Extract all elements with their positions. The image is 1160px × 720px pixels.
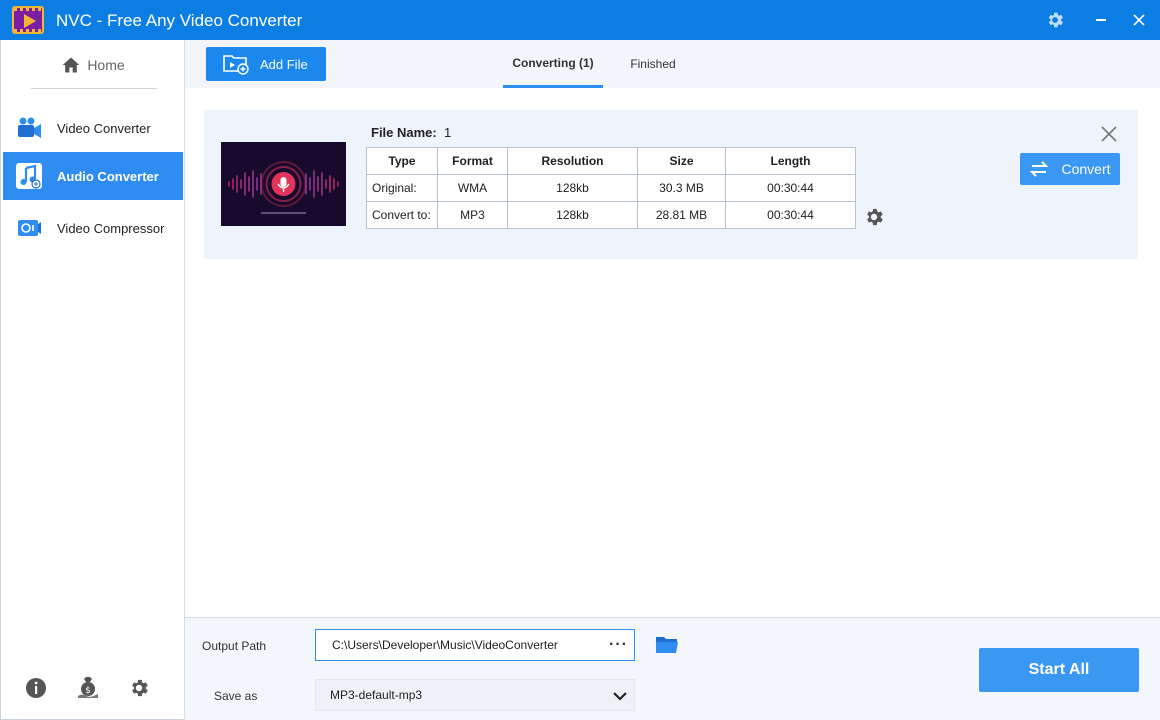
svg-text:$: $ xyxy=(85,686,91,696)
open-folder-icon[interactable] xyxy=(655,634,679,656)
music-note-icon xyxy=(15,162,43,190)
tab-finished[interactable]: Finished xyxy=(613,40,693,88)
sidebar-item-home[interactable]: Home xyxy=(1,52,185,78)
compress-icon xyxy=(15,214,43,242)
title-bar: NVC - Free Any Video Converter xyxy=(0,0,1160,40)
info-icon[interactable] xyxy=(24,676,48,700)
sidebar-divider xyxy=(31,88,157,89)
table-row: Convert to: MP3 128kb 28.81 MB 00:30:44 xyxy=(366,201,856,229)
start-all-button[interactable]: Start All xyxy=(979,648,1139,692)
minimize-button[interactable] xyxy=(1086,6,1116,34)
sidebar-item-label: Audio Converter xyxy=(57,168,159,184)
sidebar-item-label: Video Compressor xyxy=(57,220,165,236)
home-icon xyxy=(62,57,80,73)
table-header: Format xyxy=(437,147,508,175)
table-cell: 28.81 MB xyxy=(637,201,726,229)
chevron-down-icon xyxy=(613,692,627,701)
table-cell: Convert to: xyxy=(366,201,438,229)
file-info-table: Type Format Resolution Size Length Origi… xyxy=(366,147,856,229)
table-cell: 00:30:44 xyxy=(725,174,856,202)
table-header: Size xyxy=(637,147,726,175)
file-name: File Name: 1 xyxy=(371,125,451,140)
main-panel: Add File Converting (1) Finished File Na… xyxy=(185,40,1160,720)
table-cell: 30.3 MB xyxy=(637,174,726,202)
convert-label: Convert xyxy=(1061,161,1111,177)
donate-icon[interactable]: $ xyxy=(76,676,100,700)
sidebar-item-label: Video Converter xyxy=(57,120,151,136)
remove-file-close-icon[interactable] xyxy=(1099,124,1119,144)
table-cell: 128kb xyxy=(507,201,638,229)
add-file-button[interactable]: Add File xyxy=(206,47,326,81)
sidebar-item-audio-converter[interactable]: Audio Converter xyxy=(3,152,183,200)
table-header-row: Type Format Resolution Size Length xyxy=(366,147,856,175)
settings-icon[interactable] xyxy=(127,676,151,700)
sidebar-item-video-compressor[interactable]: Video Compressor xyxy=(3,204,183,252)
table-header: Resolution xyxy=(507,147,638,175)
output-path-value: C:\Users\Developer\Music\VideoConverter xyxy=(332,638,558,652)
output-path-label: Output Path xyxy=(202,639,267,653)
table-header: Length xyxy=(725,147,856,175)
file-name-label: File Name: xyxy=(371,125,437,140)
tab-converting[interactable]: Converting (1) xyxy=(503,40,603,88)
table-header: Type xyxy=(366,147,438,175)
sidebar: Home Video Converter Audio Converter Vid… xyxy=(0,40,185,720)
app-logo-icon xyxy=(12,6,44,34)
table-cell: 00:30:44 xyxy=(725,201,856,229)
table-cell: WMA xyxy=(437,174,508,202)
swap-arrows-icon xyxy=(1030,161,1049,177)
table-cell: Original: xyxy=(366,174,438,202)
save-as-value: MP3-default-mp3 xyxy=(330,688,423,702)
add-file-label: Add File xyxy=(260,56,308,72)
save-as-label: Save as xyxy=(214,689,258,703)
sidebar-item-label: Home xyxy=(87,57,125,73)
output-path-input[interactable]: C:\Users\Developer\Music\VideoConverter … xyxy=(315,629,635,661)
browse-dots-button[interactable]: ··· xyxy=(609,636,628,654)
toolbar: Add File Converting (1) Finished xyxy=(185,40,1160,88)
close-window-button[interactable] xyxy=(1124,6,1154,34)
table-row: Original: WMA 128kb 30.3 MB 00:30:44 xyxy=(366,174,856,202)
file-thumbnail xyxy=(221,142,346,226)
video-camera-icon xyxy=(15,114,43,142)
save-as-select[interactable]: MP3-default-mp3 xyxy=(315,679,635,711)
table-cell: 128kb xyxy=(507,174,638,202)
sidebar-item-video-converter[interactable]: Video Converter xyxy=(3,104,183,152)
add-folder-icon xyxy=(223,55,249,75)
settings-gear-icon[interactable] xyxy=(1040,6,1070,34)
table-cell: MP3 xyxy=(437,201,508,229)
file-name-value: 1 xyxy=(443,125,452,140)
convert-button[interactable]: Convert xyxy=(1020,153,1120,185)
output-settings-bar: Output Path C:\Users\Developer\Music\Vid… xyxy=(185,617,1160,720)
output-settings-gear-icon[interactable] xyxy=(862,205,886,229)
file-card: File Name: 1 Type Format Resolution Size… xyxy=(204,110,1138,259)
window-title: NVC - Free Any Video Converter xyxy=(56,11,303,30)
